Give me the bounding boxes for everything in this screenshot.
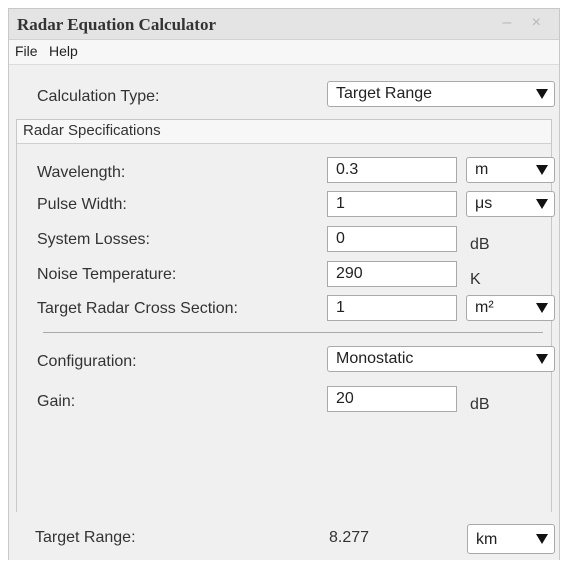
- configuration-select[interactable]: Monostatic: [327, 346, 555, 372]
- calculation-type-value: Target Range: [336, 85, 433, 102]
- chevron-down-icon: [536, 354, 548, 364]
- rcs-unit-select[interactable]: m²: [466, 295, 555, 321]
- wavelength-input[interactable]: 0.3: [327, 157, 457, 183]
- target-range-unit-select[interactable]: km: [467, 524, 555, 554]
- title-bar: Radar Equation Calculator – ×: [9, 9, 559, 40]
- chevron-down-icon: [536, 534, 548, 544]
- pulse-width-label: Pulse Width:: [37, 196, 127, 213]
- chevron-down-icon: [536, 165, 548, 175]
- calculation-type-label: Calculation Type:: [37, 88, 160, 105]
- menu-help[interactable]: Help: [49, 43, 78, 59]
- noise-temperature-label: Noise Temperature:: [37, 266, 177, 283]
- rcs-input[interactable]: 1: [327, 295, 457, 321]
- chevron-down-icon: [536, 303, 548, 313]
- system-losses-unit: dB: [470, 236, 490, 253]
- pulse-width-unit-select[interactable]: μs: [466, 191, 555, 217]
- gain-input[interactable]: 20: [327, 386, 457, 412]
- target-range-value: 8.277: [329, 529, 370, 546]
- noise-temperature-input[interactable]: 290: [327, 261, 457, 287]
- window-controls[interactable]: – ×: [502, 14, 549, 32]
- wavelength-unit-value: m: [475, 161, 489, 178]
- gain-label: Gain:: [37, 393, 76, 410]
- app-window: Radar Equation Calculator – × File Help …: [8, 8, 560, 560]
- chevron-down-icon: [536, 89, 548, 99]
- pulse-width-unit-value: μs: [475, 195, 493, 212]
- result-area: Target Range: 8.277 km: [9, 512, 559, 560]
- menu-file[interactable]: File: [15, 43, 38, 59]
- rcs-label: Target Radar Cross Section:: [37, 300, 238, 317]
- noise-temperature-unit: K: [470, 271, 481, 288]
- wavelength-unit-select[interactable]: m: [466, 157, 555, 183]
- pulse-width-input[interactable]: 1: [327, 191, 457, 217]
- radar-specifications-panel: Radar Specifications Wavelength: 0.3 m P…: [16, 119, 555, 513]
- target-range-unit-value: km: [476, 531, 498, 548]
- system-losses-input[interactable]: 0: [327, 226, 457, 252]
- system-losses-label: System Losses:: [37, 231, 150, 248]
- configuration-label: Configuration:: [37, 353, 137, 370]
- menu-bar: File Help: [9, 40, 559, 65]
- configuration-value: Monostatic: [336, 350, 414, 367]
- panel-title: Radar Specifications: [23, 122, 161, 139]
- rcs-unit-value: m²: [475, 299, 494, 316]
- target-range-label: Target Range:: [35, 529, 136, 546]
- gain-unit: dB: [470, 396, 490, 413]
- separator: [43, 332, 543, 333]
- chevron-down-icon: [536, 199, 548, 209]
- calculation-type-select[interactable]: Target Range: [327, 81, 555, 107]
- wavelength-label: Wavelength:: [37, 164, 126, 181]
- window-title: Radar Equation Calculator: [17, 15, 216, 34]
- panel-header: Radar Specifications: [17, 120, 551, 144]
